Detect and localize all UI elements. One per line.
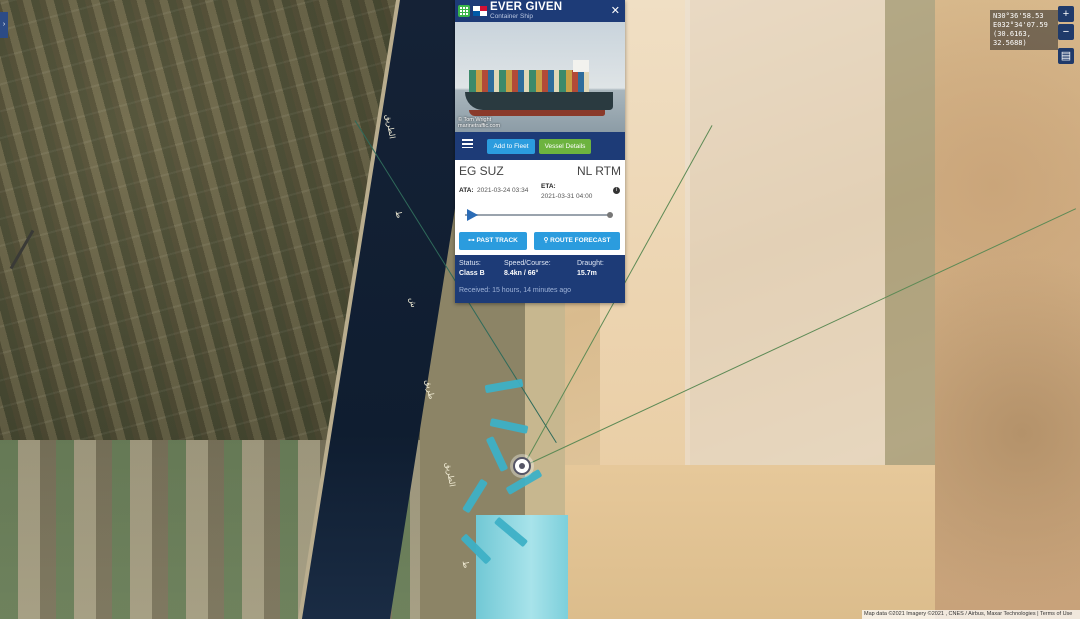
- eta-label: ETA:: [541, 183, 556, 190]
- info-icon[interactable]: i: [613, 187, 620, 194]
- ship-marker[interactable]: [484, 378, 524, 394]
- rocky-area: [935, 0, 1080, 619]
- coordinates-readout: N30°36'58.53 E032°34'07.59 (30.6163, 32.…: [990, 10, 1058, 50]
- map-attribution: Map data ©2021 Imagery ©2021 , CNES / Ai…: [862, 610, 1080, 619]
- photo-credit: © Tom Wright marinetraffic.com: [458, 117, 500, 129]
- vessel-info-card: EVER GIVEN Container Ship ✕ © Tom Wright…: [455, 0, 625, 303]
- vessel-name: EVER GIVEN: [490, 1, 563, 13]
- ship-bridge: [573, 60, 589, 72]
- canal-shallow-water: [476, 515, 568, 619]
- road-label: ط: [460, 560, 471, 569]
- card-header: EVER GIVEN Container Ship ✕: [455, 0, 625, 22]
- destination-dot-icon: [607, 212, 613, 218]
- speed-course-value: 8.4kn / 66°: [504, 270, 539, 277]
- ship-marker[interactable]: [462, 478, 488, 514]
- ship-marker[interactable]: [485, 435, 509, 473]
- ship-hull: [465, 92, 613, 110]
- photo-credit-site: marinetraffic.com: [458, 123, 501, 129]
- speed-course-label: Speed/Course:: [504, 260, 551, 267]
- voyage-section: EG SUZ NL RTM ATA: 2021-03-24 03:34 ETA:…: [455, 160, 625, 255]
- status-value: Class B: [459, 270, 485, 277]
- longitude-text: E032°34'07.59: [993, 21, 1048, 29]
- received-time: Received: 15 hours, 14 minutes ago: [459, 287, 572, 294]
- layers-icon[interactable]: ▤: [1058, 48, 1074, 64]
- road-label: ش: [407, 296, 419, 309]
- close-icon[interactable]: ✕: [611, 4, 620, 17]
- panama-flag-icon: [473, 6, 487, 16]
- desert-lower-area: [565, 465, 935, 619]
- route-forecast-button[interactable]: ⚲ ROUTE FORECAST: [534, 232, 620, 250]
- selected-vessel-marker[interactable]: [513, 457, 531, 475]
- imagery-strip: [885, 0, 935, 465]
- ship-marker[interactable]: [489, 418, 529, 434]
- eta-value: 2021-03-31 04:00: [541, 193, 593, 200]
- add-to-fleet-button[interactable]: Add to Fleet: [487, 139, 535, 154]
- destination-port[interactable]: NL RTM: [577, 164, 621, 178]
- latitude-text: N30°36'58.53: [993, 12, 1044, 20]
- zoom-out-button[interactable]: −: [1058, 24, 1074, 40]
- grid-icon[interactable]: [458, 5, 470, 17]
- origin-port[interactable]: EG SUZ: [459, 164, 504, 178]
- road-label: طريق: [423, 379, 436, 400]
- side-panel-toggle[interactable]: ›: [0, 12, 8, 38]
- imagery-patch: [685, 0, 885, 465]
- ata-label: ATA:: [459, 187, 474, 194]
- status-panel: Status: Class B Speed/Course: 8.4kn / 66…: [455, 255, 625, 303]
- ship-hull-bottom: [469, 110, 605, 116]
- vessel-progress-icon: [467, 209, 479, 221]
- road-label: ط: [393, 210, 404, 219]
- vessel-photo[interactable]: © Tom Wright marinetraffic.com: [455, 22, 625, 132]
- voyage-progress-track: [465, 214, 610, 216]
- vessel-type: Container Ship: [490, 13, 533, 20]
- vessel-details-button[interactable]: Vessel Details: [539, 139, 591, 154]
- past-track-button[interactable]: ⊶ PAST TRACK: [459, 232, 527, 250]
- zoom-in-button[interactable]: +: [1058, 6, 1074, 22]
- menu-icon[interactable]: [462, 139, 473, 148]
- draught-value: 15.7m: [577, 270, 597, 277]
- draught-label: Draught:: [577, 260, 604, 267]
- card-action-bar: Add to Fleet Vessel Details: [455, 132, 625, 160]
- ata-value: 2021-03-24 03:34: [477, 187, 529, 194]
- ship-containers: [469, 70, 589, 92]
- road-label: الطريق: [443, 461, 457, 488]
- status-label: Status:: [459, 260, 481, 267]
- decimal-coordinates-text: (30.6163, 32.5688): [993, 30, 1031, 47]
